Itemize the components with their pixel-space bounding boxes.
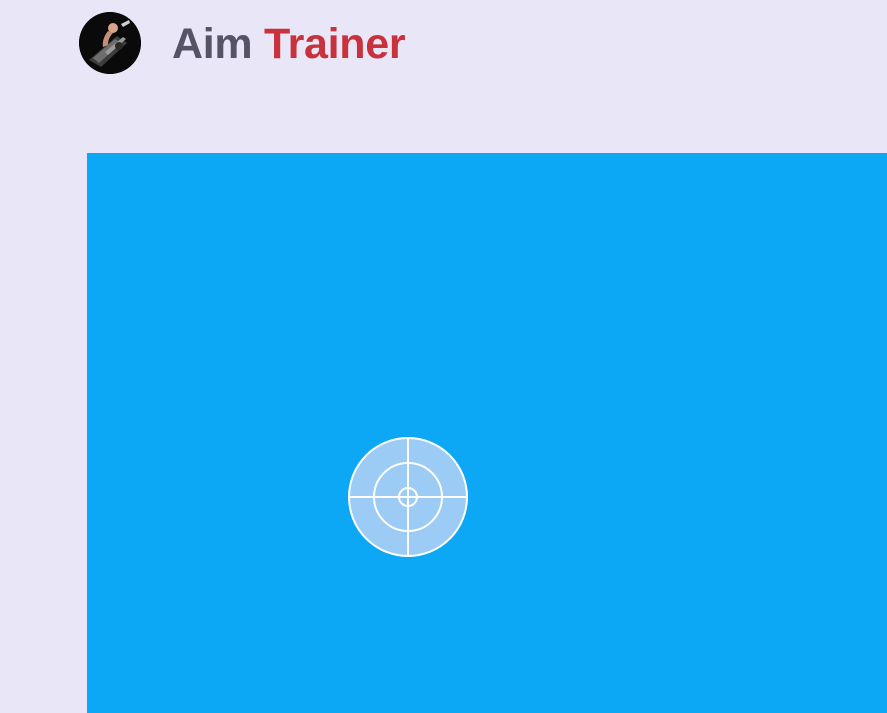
- app-title-part-2: Trainer: [264, 20, 406, 68]
- header: Aim Trainer: [0, 0, 887, 153]
- crosshair-target-icon[interactable]: [348, 437, 468, 557]
- app-title: Aim Trainer: [172, 18, 406, 70]
- game-play-area[interactable]: [87, 153, 887, 713]
- app-title-part-1: Aim: [172, 20, 253, 68]
- gamer-avatar-icon: [79, 12, 141, 74]
